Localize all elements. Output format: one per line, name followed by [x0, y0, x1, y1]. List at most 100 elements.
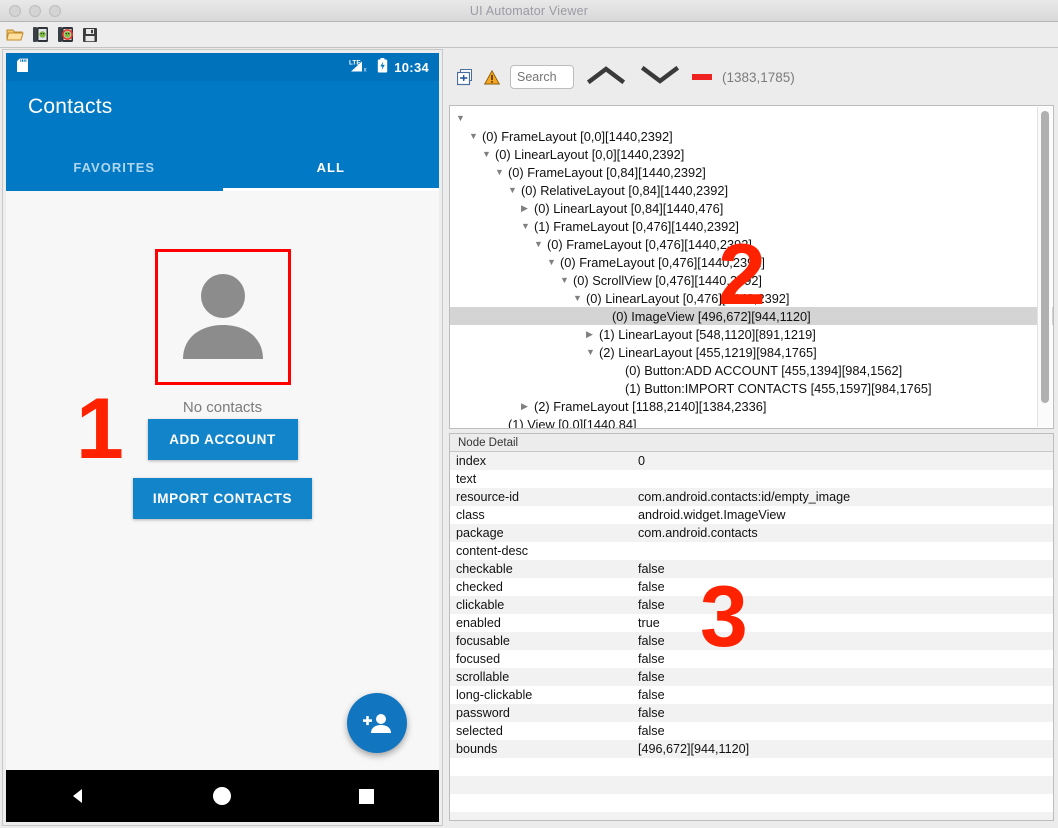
node-detail-key: clickable: [456, 598, 505, 612]
tree-node[interactable]: ▼ (0) FrameLayout [0,84][1440,2392]: [450, 163, 1053, 181]
node-detail-row: index 0: [450, 452, 1053, 470]
device-screenshot-compressed-icon[interactable]: [54, 24, 76, 46]
tree-scrollbar[interactable]: [1037, 107, 1052, 427]
tree-node-label: (0) Button:ADD ACCOUNT [455,1394][984,15…: [625, 362, 903, 378]
annotation-number-3: 3: [700, 569, 748, 665]
back-triangle-icon: [73, 789, 83, 803]
home-circle-icon: [213, 787, 232, 805]
tree-expand-icon[interactable]: ▶: [521, 203, 534, 214]
search-input[interactable]: [510, 65, 574, 89]
tree-expand-icon[interactable]: ▶: [521, 401, 534, 412]
selected-node-highlight[interactable]: [154, 249, 291, 385]
tree-node[interactable]: (1) View [0,0][1440,84]: [450, 415, 1053, 429]
app-title: Contacts: [28, 95, 113, 118]
warning-triangle-icon[interactable]: [484, 69, 500, 85]
node-detail-row: checked false: [450, 578, 1053, 596]
tree-node[interactable]: ▼ (0) LinearLayout [0,0][1440,2392]: [450, 145, 1053, 163]
tree-collapse-icon[interactable]: ▼: [508, 185, 521, 195]
node-detail-value: false: [638, 688, 665, 702]
tree-collapse-icon[interactable]: ▼: [560, 275, 573, 285]
sdcard-icon: [16, 58, 29, 76]
expand-all-icon[interactable]: [457, 68, 474, 86]
tree-scrollbar-thumb[interactable]: [1041, 111, 1049, 403]
red-dash-icon[interactable]: [692, 74, 712, 80]
node-detail-key: focusable: [456, 634, 510, 648]
chevron-up-icon[interactable]: [584, 63, 628, 92]
node-detail-row: selected false: [450, 722, 1053, 740]
add-account-button[interactable]: ADD ACCOUNT: [147, 419, 298, 460]
tree-search-toolbar: (1383,1785): [447, 49, 1056, 105]
folder-open-icon[interactable]: [4, 24, 26, 46]
recents-square-icon: [359, 788, 375, 804]
tree-collapse-icon[interactable]: ▼: [469, 131, 482, 141]
node-detail-value: com.android.contacts:id/empty_image: [638, 490, 851, 504]
tab-favorites[interactable]: FAVORITES: [6, 143, 223, 191]
add-contact-fab[interactable]: [347, 693, 407, 753]
node-detail-row: enabled true: [450, 614, 1053, 632]
node-detail-row: focused false: [450, 650, 1053, 668]
tree-expand-icon[interactable]: ▶: [586, 329, 599, 340]
node-detail-key: focused: [456, 652, 501, 666]
node-detail-header: Node Detail: [450, 434, 1053, 452]
tree-node[interactable]: ▼: [450, 109, 1053, 127]
tree-node-label: (0) FrameLayout [0,84][1440,2392]: [508, 164, 706, 180]
empty-state: No contacts: [6, 249, 439, 416]
device-screenshot-icon[interactable]: [29, 24, 51, 46]
node-detail-row: content-desc: [450, 542, 1053, 560]
tree-node[interactable]: ▶ (0) LinearLayout [0,84][1440,476]: [450, 199, 1053, 217]
tree-node-label: (1) Button:IMPORT CONTACTS [455,1597][98…: [625, 380, 932, 396]
tree-node[interactable]: ▶ (1) LinearLayout [548,1120][891,1219]: [450, 325, 1053, 343]
node-detail-row: text: [450, 470, 1053, 488]
tree-collapse-icon[interactable]: ▼: [573, 293, 586, 303]
cursor-coordinates: (1383,1785): [722, 69, 795, 85]
tree-collapse-icon[interactable]: ▼: [586, 347, 599, 357]
nav-recents-button[interactable]: [295, 788, 439, 805]
tree-collapse-icon[interactable]: ▼: [521, 221, 534, 231]
node-detail-key: long-clickable: [456, 688, 533, 702]
import-contacts-button[interactable]: IMPORT CONTACTS: [132, 478, 313, 519]
tree-node[interactable]: ▼ (2) LinearLayout [455,1219][984,1765]: [450, 343, 1053, 361]
tree-node-label: (1) LinearLayout [548,1120][891,1219]: [599, 326, 816, 342]
nav-home-button[interactable]: [150, 786, 294, 806]
tree-collapse-icon[interactable]: ▼: [495, 167, 508, 177]
empty-state-actions: ADD ACCOUNT IMPORT CONTACTS: [6, 419, 439, 519]
node-detail-row: package com.android.contacts: [450, 524, 1053, 542]
main-toolbar: [0, 22, 1058, 48]
node-detail-value: false: [638, 706, 665, 720]
node-detail-value: false: [638, 724, 665, 738]
tree-collapse-icon[interactable]: ▼: [456, 113, 469, 123]
annotation-number-1: 1: [76, 381, 124, 477]
node-detail-value: [496,672][944,1120]: [638, 742, 750, 756]
tree-node[interactable]: ▼ (0) RelativeLayout [0,84][1440,2392]: [450, 181, 1053, 199]
node-detail-key: scrollable: [456, 670, 510, 684]
lte-signal-icon: LTE x: [349, 58, 371, 76]
tree-node[interactable]: ▼ (0) FrameLayout [0,0][1440,2392]: [450, 127, 1053, 145]
node-detail-row: clickable false: [450, 596, 1053, 614]
tree-collapse-icon[interactable]: ▼: [534, 239, 547, 249]
tree-collapse-icon[interactable]: ▼: [482, 149, 495, 159]
nav-back-button[interactable]: [6, 787, 150, 805]
tree-collapse-icon[interactable]: ▼: [547, 257, 560, 267]
node-detail-value: android.widget.ImageView: [638, 508, 786, 522]
contacts-tab-bar: FAVORITES ALL: [6, 143, 439, 191]
node-detail-key: checkable: [456, 562, 513, 576]
chevron-down-icon[interactable]: [638, 63, 682, 92]
app-bar: Contacts: [6, 81, 439, 143]
window-titlebar: UI Automator Viewer: [0, 0, 1058, 22]
tree-node[interactable]: (1) Button:IMPORT CONTACTS [455,1597][98…: [450, 379, 1053, 397]
node-detail-key: text: [456, 472, 477, 486]
node-detail-key: checked: [456, 580, 503, 594]
save-icon[interactable]: [79, 24, 101, 46]
device-screen[interactable]: LTE x 10:34 Contacts FAVORITES ALL No co…: [6, 53, 439, 822]
tree-node[interactable]: (0) Button:ADD ACCOUNT [455,1394][984,15…: [450, 361, 1053, 379]
window-title: UI Automator Viewer: [469, 3, 589, 18]
annotation-number-2: 2: [718, 227, 766, 323]
node-detail-filler-row: [450, 794, 1053, 812]
tree-node-label: (0) RelativeLayout [0,84][1440,2392]: [521, 182, 729, 198]
tree-node[interactable]: ▶ (2) FrameLayout [1188,2140][1384,2336]: [450, 397, 1053, 415]
node-detail-key: bounds: [456, 742, 498, 756]
node-detail-filler-row: [450, 776, 1053, 794]
ui-automator-viewer-window: UI Automator Viewer LTE x 10:34 Contacts…: [0, 0, 1058, 828]
android-status-bar: LTE x 10:34: [6, 53, 439, 81]
tab-all[interactable]: ALL: [223, 143, 440, 191]
